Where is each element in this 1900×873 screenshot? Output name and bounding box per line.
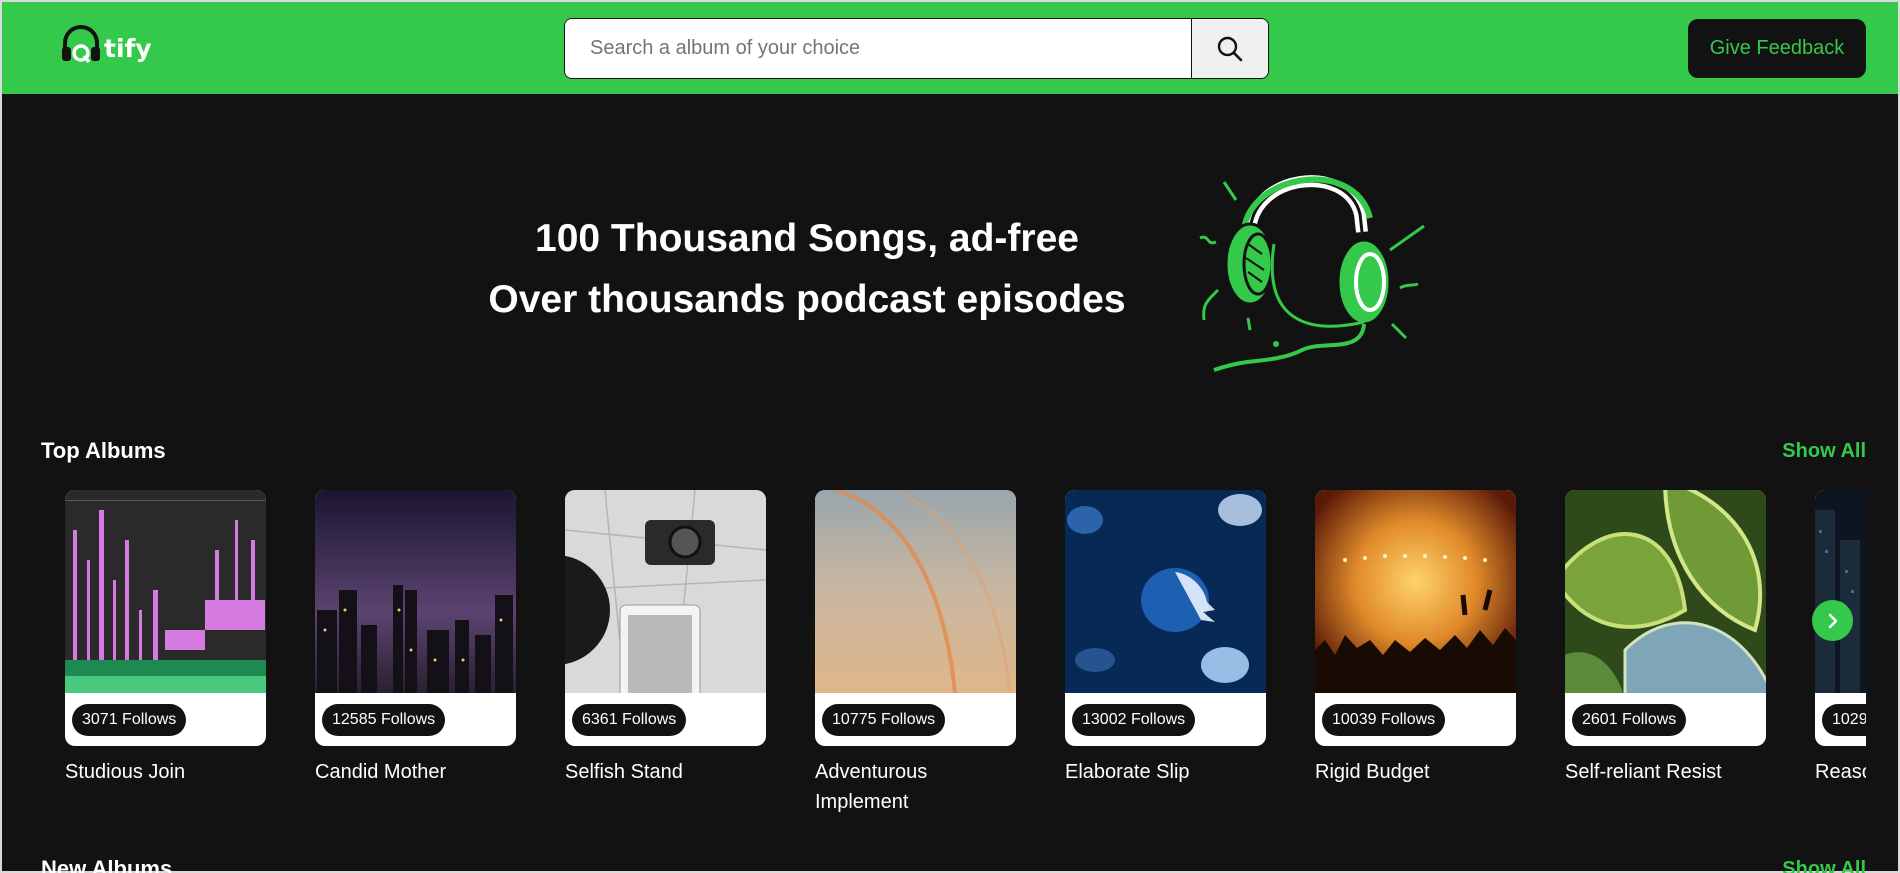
album-name: Candid Mother (315, 761, 447, 783)
album-card-footer: 10290 Follows (1815, 693, 1866, 746)
hero-line-1: 100 Thousand Songs, ad-free (535, 217, 1079, 260)
album-card-box: 10775 Follows (815, 490, 1016, 746)
album-card-footer: 10039 Follows (1315, 693, 1516, 746)
album-card-footer: 2601 Follows (1565, 693, 1766, 746)
album-card-footer: 12585 Follows (315, 693, 516, 746)
album-cover-image (1815, 490, 1866, 693)
album-name: Selfish Stand (565, 761, 683, 783)
album-cover-image (315, 490, 516, 693)
album-cover-image (815, 490, 1016, 693)
album-card-footer: 3071 Follows (65, 693, 266, 746)
navbar: tify Give Feedback (2, 2, 1898, 94)
follows-badge: 10039 Follows (1322, 704, 1446, 736)
search-button[interactable] (1191, 19, 1268, 78)
chevron-right-icon (1828, 613, 1837, 628)
new-albums-title: New Albums (41, 856, 173, 873)
album-cover-image (565, 490, 766, 693)
album-card-box: 6361 Follows (565, 490, 766, 746)
follows-badge: 3071 Follows (72, 704, 187, 736)
follows-badge: 2601 Follows (1572, 704, 1687, 736)
album-name: Adventurous Implement (815, 761, 928, 813)
album-name: Rigid Budget (1315, 761, 1430, 783)
album-card-footer: 10775 Follows (815, 693, 1016, 746)
album-cover-image (1565, 490, 1766, 693)
logo-text: tify (104, 34, 152, 63)
new-albums-show-all-link[interactable]: Show All (1782, 858, 1866, 873)
follows-badge: 6361 Follows (572, 704, 687, 736)
album-card[interactable]: 3071 Follows Studious Join (65, 490, 266, 787)
album-cover-image (1065, 490, 1266, 693)
album-card[interactable]: 6361 Follows Selfish Stand (565, 490, 766, 787)
search-icon (1217, 36, 1243, 61)
top-albums-show-all-link[interactable]: Show All (1782, 440, 1866, 463)
headphones-logo-icon (62, 25, 100, 64)
headphones-illustration (1199, 175, 1425, 372)
give-feedback-button[interactable]: Give Feedback (1688, 19, 1866, 78)
follows-badge: 12585 Follows (322, 704, 446, 736)
album-card-box: 12585 Follows (315, 490, 516, 746)
search-bar (564, 18, 1269, 79)
logo[interactable]: tify (59, 25, 152, 75)
album-cover-image (65, 490, 266, 693)
album-cover-image (1315, 490, 1516, 693)
album-name: Self-reliant Resist (1565, 761, 1722, 783)
album-card[interactable]: 10039 Follows Rigid Budget (1315, 490, 1516, 787)
hero-line-2: Over thousands podcast episodes (488, 278, 1126, 321)
album-card-box: 3071 Follows (65, 490, 266, 746)
album-card-box: 10039 Follows (1315, 490, 1516, 746)
album-name: Elaborate Slip (1065, 761, 1190, 783)
album-card-box: 2601 Follows (1565, 490, 1766, 746)
follows-badge: 10290 Follows (1822, 704, 1866, 736)
carousel-next-button[interactable] (1812, 600, 1853, 641)
album-card-box: 13002 Follows (1065, 490, 1266, 746)
follows-badge: 10775 Follows (822, 704, 946, 736)
search-input[interactable] (565, 19, 1191, 78)
album-card[interactable]: 10775 Follows Adventurous Implement (815, 490, 1016, 817)
album-name: Studious Join (65, 761, 186, 783)
album-name: Reasonable (1815, 761, 1866, 783)
album-card-footer: 6361 Follows (565, 693, 766, 746)
hero-text: 100 Thousand Songs, ad-free Over thousan… (442, 208, 1172, 330)
follows-badge: 13002 Follows (1072, 704, 1196, 736)
album-card[interactable]: 13002 Follows Elaborate Slip (1065, 490, 1266, 787)
top-albums-carousel: 3071 Follows Studious Join 12585 Follows… (2, 490, 1866, 820)
album-card[interactable]: 2601 Follows Self-reliant Resist (1565, 490, 1766, 787)
top-albums-title: Top Albums (41, 438, 166, 463)
album-card[interactable]: 12585 Follows Candid Mother (315, 490, 516, 787)
album-card-footer: 13002 Follows (1065, 693, 1266, 746)
